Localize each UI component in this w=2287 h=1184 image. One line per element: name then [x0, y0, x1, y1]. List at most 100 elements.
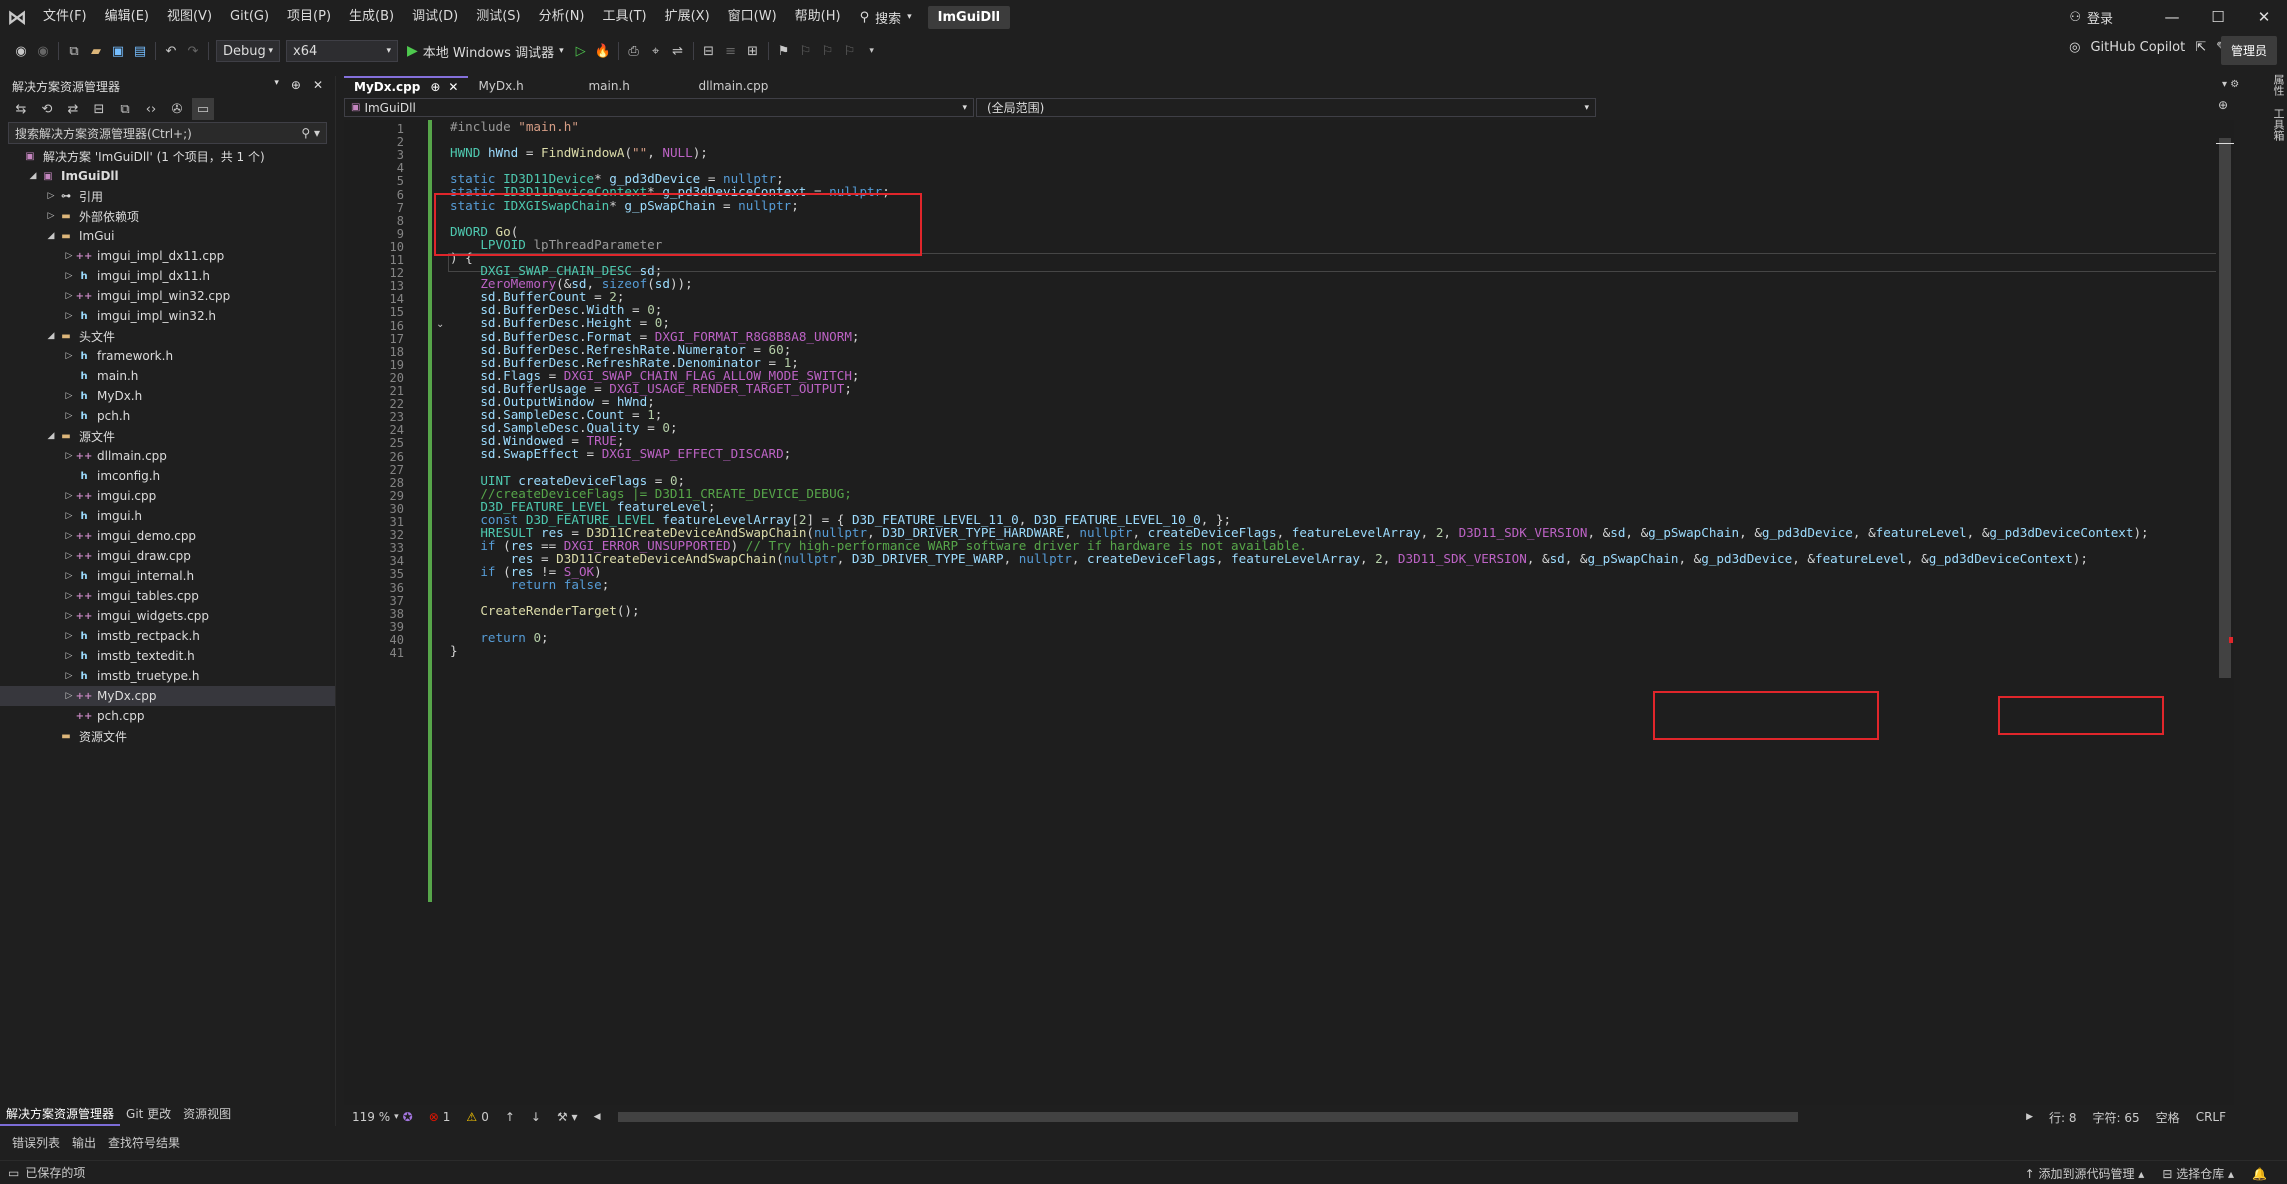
tree-item[interactable]: ▷ ++ imgui_impl_win32.cpp — [0, 286, 335, 306]
select-repository-button[interactable]: ⊟ 选择仓库 ▴ — [2162, 1165, 2234, 1182]
pin-icon[interactable]: ⊕ — [291, 78, 301, 94]
tree-item[interactable]: ▷ h imstb_textedit.h — [0, 646, 335, 666]
tree-item[interactable]: ▷ ++ imgui_draw.cpp — [0, 546, 335, 566]
expand-arrow-icon[interactable]: ▷ — [62, 531, 76, 541]
code-line[interactable]: sd.BufferDesc.Width = 0; — [450, 303, 2149, 316]
code-line[interactable] — [450, 618, 2149, 631]
expand-arrow-icon[interactable]: ▷ — [62, 591, 76, 601]
next-bookmark-icon[interactable]: ⚐ — [817, 40, 839, 62]
tree-item[interactable]: h main.h — [0, 366, 335, 386]
toolbox-tab[interactable]: 工具箱 — [2270, 108, 2286, 141]
code-line[interactable]: sd.BufferUsage = DXGI_USAGE_RENDER_TARGE… — [450, 382, 2149, 395]
tool-window-tab[interactable]: 查找符号结果 — [102, 1134, 186, 1151]
document-tab[interactable]: dllmain.cpp — [688, 76, 798, 96]
toolbar-options-icon[interactable]: ▾ — [861, 40, 883, 62]
code-line[interactable]: sd.SwapEffect = DXGI_SWAP_EFFECT_DISCARD… — [450, 447, 2149, 460]
expand-arrow-icon[interactable]: ▷ — [62, 571, 76, 581]
tab-overflow-icon[interactable]: ▾ ⚙ — [2222, 79, 2239, 90]
previous-issue-button[interactable]: ↑ — [497, 1110, 523, 1124]
tree-item[interactable]: ▷ h pch.h — [0, 406, 335, 426]
expand-arrow-icon[interactable]: ▷ — [62, 291, 76, 301]
clear-bookmarks-icon[interactable]: ⚐ — [839, 40, 861, 62]
comment-icon[interactable]: ⊞ — [742, 40, 764, 62]
expand-arrow-icon[interactable]: ▷ — [62, 691, 76, 701]
panel-tab[interactable]: 解决方案资源管理器 — [0, 1103, 121, 1126]
save-all-icon[interactable]: ▤ — [129, 40, 151, 62]
scroll-left-icon[interactable]: ◀ — [586, 1112, 609, 1122]
tree-item[interactable]: ◢ ▣ ImGuiDll — [0, 166, 335, 186]
menu-item[interactable]: 扩展(X) — [656, 0, 719, 34]
menu-item[interactable]: 分析(N) — [530, 0, 594, 34]
redo-icon[interactable]: ↷ — [182, 40, 204, 62]
expand-arrow-icon[interactable]: ▷ — [62, 411, 76, 421]
start-debugging-button[interactable]: ▶ 本地 Windows 调试器 ▾ — [407, 42, 564, 61]
tree-item[interactable]: ▷ ++ imgui_demo.cpp — [0, 526, 335, 546]
tree-item[interactable]: ▷ h imgui_internal.h — [0, 566, 335, 586]
code-line[interactable]: return false; — [450, 578, 2149, 591]
next-issue-button[interactable]: ↓ — [523, 1110, 549, 1124]
switch-views-icon[interactable]: ⇆ — [10, 98, 32, 120]
tree-item[interactable]: ▷ ▬ 外部依赖项 — [0, 206, 335, 226]
sync-icon[interactable]: ⟲ — [36, 98, 58, 120]
menu-item[interactable]: Git(G) — [221, 0, 278, 34]
show-all-files-icon[interactable]: ⧉ — [114, 98, 136, 120]
expand-arrow-icon[interactable]: ▷ — [62, 391, 76, 401]
vertical-scrollbar-thumb[interactable] — [2219, 138, 2231, 678]
expand-arrow-icon[interactable]: ◢ — [44, 231, 58, 241]
code-line[interactable]: sd.SampleDesc.Quality = 0; — [450, 421, 2149, 434]
code-line[interactable]: return 0; — [450, 631, 2149, 644]
code-editor[interactable]: 1 2 3 4 5 6 7 8 9 10 11 12 13 14 15 16 17 18 19 20 21 22 23 24 2… — [344, 120, 2234, 1105]
split-editor-icon[interactable]: ⊕ — [2218, 98, 2234, 118]
scroll-right-icon[interactable]: ▶ — [2018, 1112, 2041, 1122]
code-icon[interactable]: ‹› — [140, 98, 162, 120]
pin-tab-icon[interactable]: ⊕ — [430, 80, 440, 94]
code-line[interactable]: HWND hWnd = FindWindowA("", NULL); — [450, 146, 2149, 159]
tree-item[interactable]: ▷ h imgui_impl_dx11.h — [0, 266, 335, 286]
expand-arrow-icon[interactable]: ▷ — [62, 511, 76, 521]
code-line[interactable]: DXGI_SWAP_CHAIN_DESC sd; — [450, 264, 2149, 277]
indent-icon[interactable]: ≡ — [720, 40, 742, 62]
menu-item[interactable]: 视图(V) — [158, 0, 221, 34]
notifications-icon[interactable]: 🔔 — [2252, 1167, 2267, 1181]
expand-arrow-icon[interactable]: ▷ — [62, 271, 76, 281]
tree-item[interactable]: ▷ ++ MyDx.cpp — [0, 686, 335, 706]
tree-item[interactable]: ▷ ++ imgui.cpp — [0, 486, 335, 506]
code-line[interactable]: } — [450, 644, 2149, 657]
menu-item[interactable]: 窗口(W) — [719, 0, 786, 34]
tree-item[interactable]: h imconfig.h — [0, 466, 335, 486]
code-line[interactable] — [450, 591, 2149, 604]
start-without-debugging-icon[interactable]: ▷ — [570, 40, 592, 62]
tree-item[interactable]: ◢ ▬ 头文件 — [0, 326, 335, 346]
tree-item[interactable]: ▷ h imstb_rectpack.h — [0, 626, 335, 646]
expand-arrow-icon[interactable]: ▷ — [62, 631, 76, 641]
menu-item[interactable]: 生成(B) — [340, 0, 403, 34]
panel-tab[interactable]: Git 更改 — [120, 1103, 177, 1126]
preview-icon[interactable]: ▭ — [192, 98, 214, 120]
login-button[interactable]: ⚇ 登录 — [2069, 8, 2113, 27]
code-line[interactable]: sd.SampleDesc.Count = 1; — [450, 408, 2149, 421]
expand-arrow-icon[interactable]: ▷ — [44, 211, 58, 221]
tree-item[interactable]: ▷ ⊶ 引用 — [0, 186, 335, 206]
expand-arrow-icon[interactable]: ◢ — [44, 331, 58, 341]
add-to-source-control-button[interactable]: ↑ 添加到源代码管理 ▴ — [2025, 1165, 2145, 1182]
visual-studio-logo-icon[interactable]: ⋈ — [0, 0, 34, 34]
code-line[interactable] — [450, 460, 2149, 473]
save-icon[interactable]: ▣ — [107, 40, 129, 62]
document-tab[interactable]: MyDx.h — [468, 76, 578, 96]
minimize-button[interactable]: — — [2149, 0, 2195, 34]
configuration-select[interactable]: Debug ▾ — [216, 40, 280, 62]
expand-arrow-icon[interactable]: ▷ — [44, 191, 58, 201]
zoom-select[interactable]: 119 % ▾ ✪ — [344, 1110, 421, 1124]
new-project-icon[interactable]: ⧉ — [63, 40, 85, 62]
navigate-back-icon[interactable]: ◉ — [10, 40, 32, 62]
tree-item[interactable]: ▷ h MyDx.h — [0, 386, 335, 406]
expand-arrow-icon[interactable]: ◢ — [26, 171, 40, 181]
open-file-icon[interactable]: ▰ — [85, 40, 107, 62]
menu-item[interactable]: 编辑(E) — [96, 0, 158, 34]
vertical-scrollbar[interactable] — [2216, 120, 2234, 1105]
step-icon[interactable]: ⊟ — [698, 40, 720, 62]
document-tab[interactable]: MyDx.cpp ⊕ ✕ — [344, 76, 469, 96]
expand-arrow-icon[interactable]: ◢ — [44, 431, 58, 441]
tree-item[interactable]: ▷ ++ imgui_impl_dx11.cpp — [0, 246, 335, 266]
tree-item[interactable]: ▣ 解决方案 'ImGuiDll' (1 个项目，共 1 个) — [0, 146, 335, 166]
